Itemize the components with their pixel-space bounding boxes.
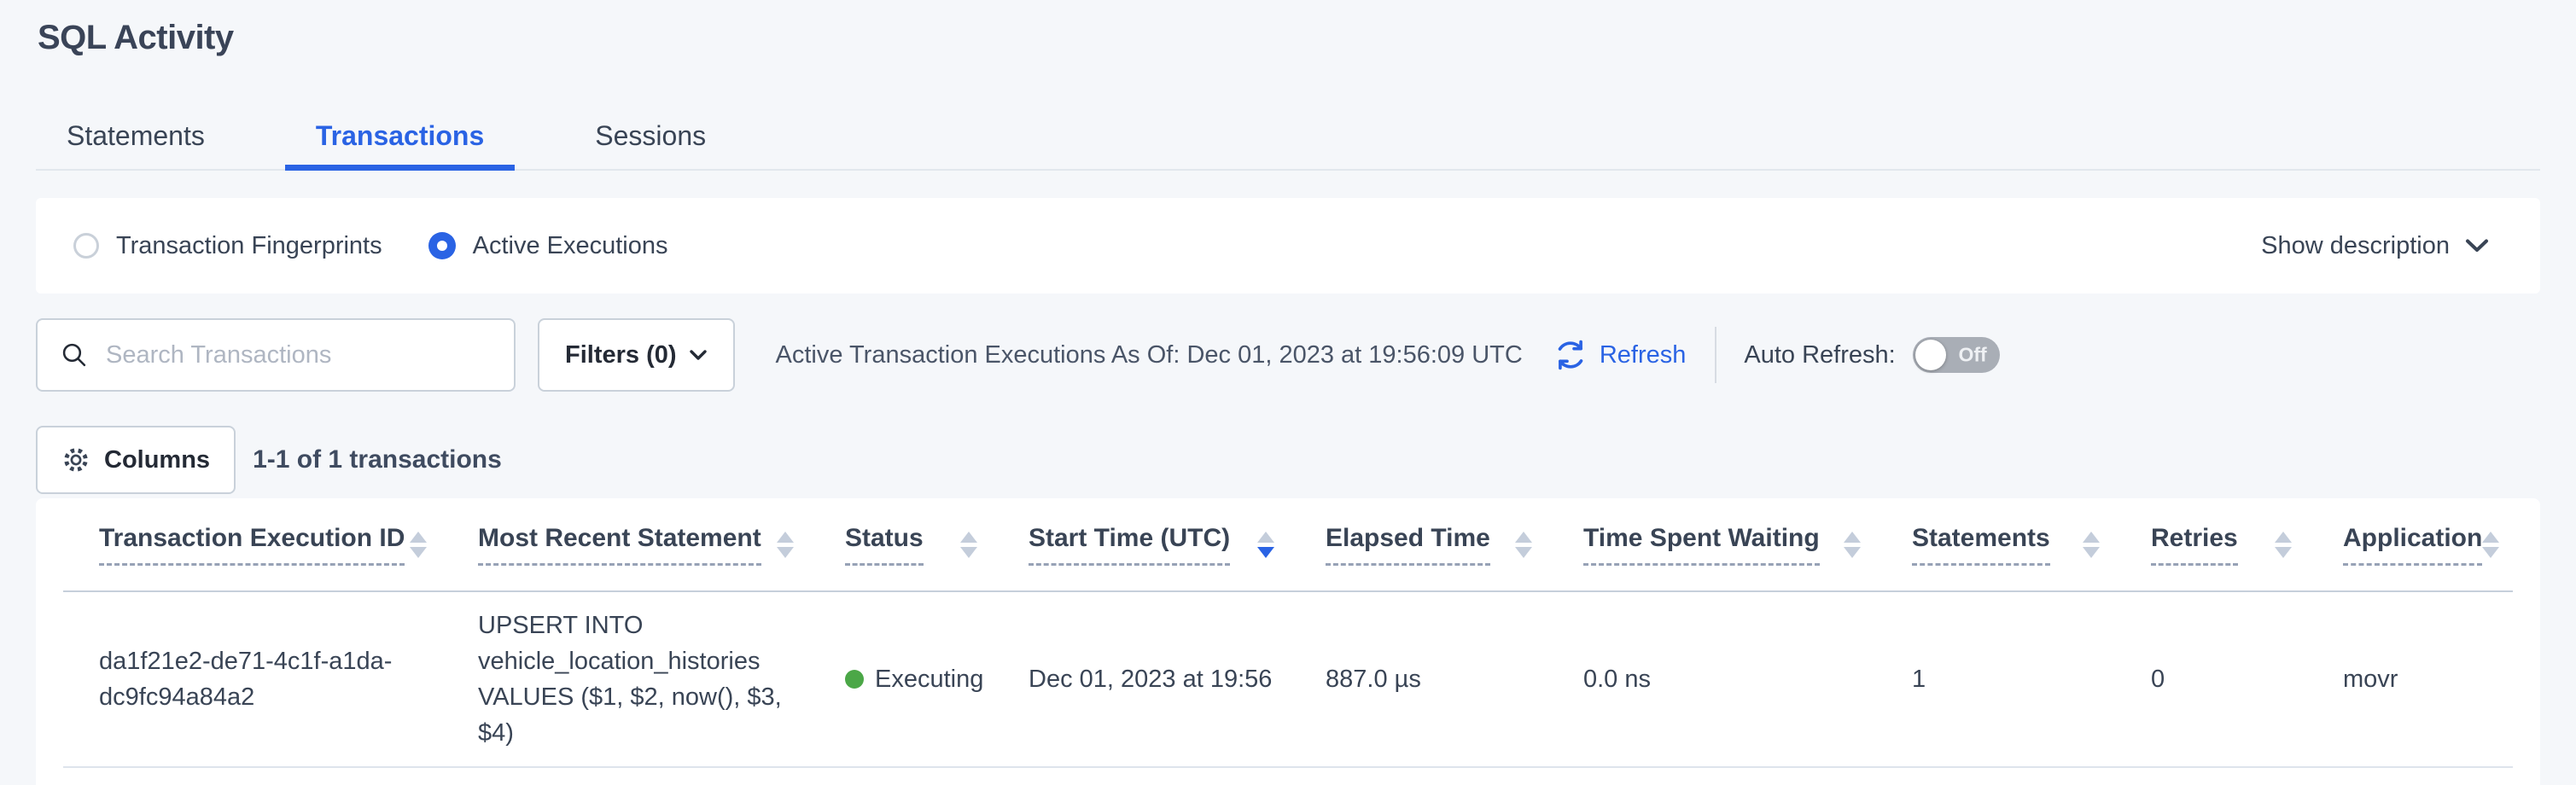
search-icon (60, 340, 89, 369)
cell-start-time: Dec 01, 2023 at 19:56 (993, 661, 1290, 697)
search-input[interactable] (106, 341, 481, 369)
filters-label: Filters (0) (565, 341, 677, 369)
column-header-label[interactable]: Most Recent Statement (478, 524, 761, 566)
column-header-application[interactable]: Application (2307, 498, 2513, 590)
show-description-label: Show description (2261, 232, 2450, 260)
cell-status: Executing (809, 661, 993, 697)
sort-icon-active-desc[interactable] (1257, 532, 1274, 558)
sort-icon[interactable] (2482, 532, 2499, 558)
transactions-table: Transaction Execution ID Most Recent Sta… (36, 498, 2540, 785)
chevron-down-icon (2465, 238, 2489, 253)
sort-icon[interactable] (960, 532, 977, 558)
sort-icon[interactable] (410, 532, 427, 558)
vertical-divider (1715, 327, 1716, 383)
search-box[interactable] (36, 318, 516, 392)
column-header-label[interactable]: Statements (1912, 524, 2050, 566)
column-header-label[interactable]: Status (845, 524, 924, 566)
as-of-timestamp: Active Transaction Executions As Of: Dec… (776, 341, 1523, 369)
tab-transactions[interactable]: Transactions (285, 108, 515, 171)
page-title: SQL Activity (38, 19, 234, 57)
column-header-elapsed-time[interactable]: Elapsed Time (1290, 498, 1547, 590)
view-mode-card: Transaction Fingerprints Active Executio… (36, 198, 2540, 294)
tab-sessions[interactable]: Sessions (564, 108, 737, 171)
cell-most-recent-statement[interactable]: UPSERT INTO vehicle_location_histories V… (442, 608, 809, 751)
status-label: Executing (875, 661, 983, 697)
show-description-toggle[interactable]: Show description (2261, 232, 2503, 260)
refresh-icon (1552, 336, 1589, 374)
sort-icon[interactable] (777, 532, 794, 558)
radio-unselected-icon[interactable] (73, 233, 99, 259)
column-header-statements[interactable]: Statements (1876, 498, 2115, 590)
cell-retries: 0 (2115, 661, 2307, 697)
cell-elapsed-time: 887.0 µs (1290, 661, 1547, 697)
column-header-label[interactable]: Elapsed Time (1326, 524, 1490, 566)
column-header-label[interactable]: Application (2343, 524, 2482, 566)
controls-row: Filters (0) Active Transaction Execution… (36, 317, 2540, 392)
executing-status-dot (845, 670, 864, 689)
sort-icon[interactable] (2275, 532, 2292, 558)
tab-statements[interactable]: Statements (36, 108, 236, 171)
toggle-knob[interactable] (1915, 340, 1946, 370)
auto-refresh-toggle[interactable]: Off (1913, 337, 2000, 373)
column-header-label[interactable]: Start Time (UTC) (1029, 524, 1230, 566)
column-header-time-spent-waiting[interactable]: Time Spent Waiting (1547, 498, 1876, 590)
column-header-label[interactable]: Transaction Execution ID (99, 524, 405, 566)
cell-transaction-execution-id[interactable]: da1f21e2-de71-4c1f-a1da-dc9fc94a84a2 (63, 643, 442, 715)
column-header-most-recent-statement[interactable]: Most Recent Statement (442, 498, 809, 590)
radio-selected-icon[interactable] (428, 232, 456, 259)
sort-icon[interactable] (2083, 532, 2100, 558)
refresh-button[interactable]: Refresh (1552, 336, 1687, 374)
column-header-status[interactable]: Status (809, 498, 993, 590)
filters-button[interactable]: Filters (0) (538, 318, 735, 392)
toggle-state-label: Off (1958, 344, 1986, 367)
column-header-transaction-execution-id[interactable]: Transaction Execution ID (63, 498, 442, 590)
column-header-label[interactable]: Time Spent Waiting (1583, 524, 1820, 566)
radio-transaction-fingerprints[interactable]: Transaction Fingerprints (73, 232, 382, 260)
columns-row: Columns 1-1 of 1 transactions (36, 425, 502, 495)
tab-bar: Statements Transactions Sessions (36, 108, 737, 171)
refresh-label: Refresh (1600, 341, 1687, 369)
cell-time-spent-waiting: 0.0 ns (1547, 661, 1876, 697)
cell-statements: 1 (1876, 661, 2115, 697)
table-header-row: Transaction Execution ID Most Recent Sta… (63, 498, 2513, 592)
radio-active-executions[interactable]: Active Executions (428, 232, 668, 260)
radio-label-active-executions: Active Executions (473, 232, 668, 260)
sort-icon[interactable] (1844, 532, 1861, 558)
auto-refresh-label: Auto Refresh: (1744, 341, 1895, 369)
results-count: 1-1 of 1 transactions (253, 445, 502, 474)
caret-down-icon (689, 349, 708, 361)
gear-icon (61, 445, 90, 474)
radio-label-transaction-fingerprints: Transaction Fingerprints (116, 232, 382, 260)
columns-label: Columns (104, 446, 210, 474)
table-row[interactable]: da1f21e2-de71-4c1f-a1da-dc9fc94a84a2 UPS… (63, 592, 2513, 768)
column-header-start-time[interactable]: Start Time (UTC) (993, 498, 1290, 590)
column-header-label[interactable]: Retries (2151, 524, 2238, 566)
columns-button[interactable]: Columns (36, 426, 236, 494)
column-header-retries[interactable]: Retries (2115, 498, 2307, 590)
cell-application: movr (2307, 661, 2513, 697)
sort-icon[interactable] (1515, 532, 1532, 558)
